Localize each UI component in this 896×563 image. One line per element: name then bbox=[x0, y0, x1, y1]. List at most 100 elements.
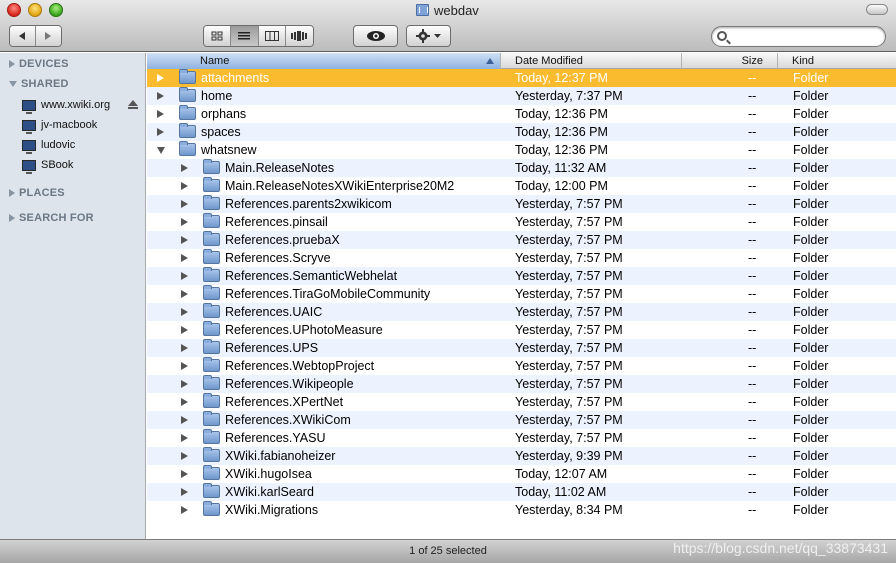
table-row[interactable]: References.pinsail Yesterday, 7:57 PM -- Fo… bbox=[147, 213, 896, 231]
disclosure-triangle-icon[interactable] bbox=[181, 272, 188, 280]
window-title: webdav bbox=[416, 2, 479, 18]
sidebar-item-sbook[interactable]: SBook bbox=[22, 156, 73, 174]
row-kind: Folder bbox=[793, 251, 829, 265]
column-header-kind[interactable]: Kind bbox=[778, 53, 896, 69]
column-header-date[interactable]: Date Modified bbox=[501, 53, 682, 69]
row-name: XWiki.fabianoheizer bbox=[225, 449, 336, 463]
disclosure-triangle-icon[interactable] bbox=[181, 488, 188, 496]
search-field[interactable] bbox=[711, 26, 886, 47]
disclosure-triangle-icon[interactable] bbox=[181, 398, 188, 406]
disclosure-triangle-icon[interactable] bbox=[181, 380, 188, 388]
disclosure-triangle-icon[interactable] bbox=[181, 470, 188, 478]
forward-button[interactable] bbox=[35, 26, 61, 46]
row-date-modified: Yesterday, 7:57 PM bbox=[515, 287, 623, 301]
table-row[interactable]: attachments Today, 12:37 PM -- Folder bbox=[147, 69, 896, 87]
disclosure-triangle-icon[interactable] bbox=[181, 290, 188, 298]
row-size: -- bbox=[748, 269, 757, 283]
row-date-modified: Today, 11:32 AM bbox=[515, 161, 607, 175]
table-row[interactable]: spaces Today, 12:36 PM -- Folder bbox=[147, 123, 896, 141]
table-row[interactable]: References.WebtopProject Yesterday, 7:57 … bbox=[147, 357, 896, 375]
cover-flow-button[interactable] bbox=[285, 26, 313, 46]
table-row[interactable]: References.parents2xwikicom Yesterday, 7:… bbox=[147, 195, 896, 213]
disclosure-triangle-icon[interactable] bbox=[181, 200, 188, 208]
disclosure-triangle-icon[interactable] bbox=[181, 452, 188, 460]
search-input[interactable] bbox=[732, 29, 880, 44]
table-row[interactable]: whatsnew Today, 12:36 PM -- Folder bbox=[147, 141, 896, 159]
table-row[interactable]: References.UAIC Yesterday, 7:57 PM -- Folde… bbox=[147, 303, 896, 321]
disclosure-triangle-icon[interactable] bbox=[181, 344, 188, 352]
column-header-name[interactable]: Name bbox=[147, 53, 501, 69]
sort-ascending-icon bbox=[486, 58, 494, 64]
table-row[interactable]: References.XWikiCom Yesterday, 7:57 PM -- F… bbox=[147, 411, 896, 429]
monitor-icon bbox=[22, 99, 36, 114]
table-row[interactable]: References.Scryve Yesterday, 7:57 PM -- Fol… bbox=[147, 249, 896, 267]
sidebar-section-places[interactable]: PLACES bbox=[9, 187, 65, 199]
table-row[interactable]: References.XPertNet Yesterday, 7:57 PM -- F… bbox=[147, 393, 896, 411]
table-row[interactable]: XWiki.Migrations Yesterday, 8:34 PM -- Fold… bbox=[147, 501, 896, 519]
disclosure-triangle-icon[interactable] bbox=[157, 110, 164, 118]
row-date-modified: Yesterday, 9:39 PM bbox=[515, 449, 623, 463]
sidebar-item-jv-macbook[interactable]: jv-macbook bbox=[22, 116, 97, 134]
disclosure-triangle-icon[interactable] bbox=[181, 182, 188, 190]
row-date-modified: Yesterday, 7:57 PM bbox=[515, 269, 623, 283]
row-kind: Folder bbox=[793, 161, 829, 175]
column-view-button[interactable] bbox=[258, 26, 286, 46]
table-row[interactable]: References.UPS Yesterday, 7:57 PM -- Folder bbox=[147, 339, 896, 357]
table-row[interactable]: References.SemanticWebhelat Yesterday, 7:… bbox=[147, 267, 896, 285]
sidebar-section-devices[interactable]: DEVICES bbox=[9, 58, 69, 70]
chevron-down-icon bbox=[434, 33, 441, 38]
column-header-label: Name bbox=[200, 55, 230, 67]
disclosure-triangle-open-icon[interactable] bbox=[157, 147, 165, 154]
search-icon bbox=[717, 31, 727, 41]
zoom-window-button[interactable] bbox=[49, 3, 63, 17]
disclosure-triangle-icon[interactable] bbox=[181, 416, 188, 424]
icon-view-button[interactable] bbox=[204, 26, 232, 46]
disclosure-triangle-icon[interactable] bbox=[157, 128, 164, 136]
disclosure-triangle-icon[interactable] bbox=[181, 254, 188, 262]
table-row[interactable]: Main.ReleaseNotes Today, 11:32 AM -- Folder bbox=[147, 159, 896, 177]
disclosure-triangle-icon[interactable] bbox=[181, 218, 188, 226]
disclosure-triangle-icon[interactable] bbox=[181, 164, 188, 172]
disclosure-triangle-icon[interactable] bbox=[181, 362, 188, 370]
table-row[interactable]: Main.ReleaseNotesXWikiEnterprise20M2 Toda… bbox=[147, 177, 896, 195]
row-date-modified: Yesterday, 7:57 PM bbox=[515, 395, 623, 409]
disclosure-triangle-icon[interactable] bbox=[181, 308, 188, 316]
disclosure-triangle-icon[interactable] bbox=[157, 92, 164, 100]
folder-icon bbox=[203, 285, 220, 300]
sidebar-section-shared[interactable]: SHARED bbox=[9, 78, 69, 90]
close-window-button[interactable] bbox=[7, 3, 21, 17]
row-size: -- bbox=[748, 395, 757, 409]
row-kind: Folder bbox=[793, 413, 829, 427]
list-view-button[interactable] bbox=[231, 26, 259, 46]
table-row[interactable]: XWiki.karlSeard Today, 11:02 AM -- Folder bbox=[147, 483, 896, 501]
row-kind: Folder bbox=[793, 269, 829, 283]
table-row[interactable]: References.YASU Yesterday, 7:57 PM -- Folde… bbox=[147, 429, 896, 447]
folder-icon bbox=[203, 195, 220, 210]
column-header-size[interactable]: Size bbox=[682, 53, 778, 69]
minimize-window-button[interactable] bbox=[28, 3, 42, 17]
quick-look-button[interactable] bbox=[353, 25, 398, 47]
folder-icon bbox=[203, 447, 220, 462]
table-row[interactable]: XWiki.fabianoheizer Yesterday, 9:39 PM -- F… bbox=[147, 447, 896, 465]
table-row[interactable]: References.pruebaX Yesterday, 7:57 PM -- Fo… bbox=[147, 231, 896, 249]
disclosure-triangle-icon[interactable] bbox=[181, 506, 188, 514]
disclosure-triangle-icon[interactable] bbox=[181, 434, 188, 442]
disclosure-triangle-icon[interactable] bbox=[181, 236, 188, 244]
row-kind: Folder bbox=[793, 287, 829, 301]
back-button[interactable] bbox=[10, 26, 36, 46]
disclosure-triangle-icon[interactable] bbox=[157, 74, 164, 82]
table-row[interactable]: home Yesterday, 7:37 PM -- Folder bbox=[147, 87, 896, 105]
sidebar-item-ludovic[interactable]: ludovic bbox=[22, 136, 75, 154]
toolbar-toggle-button[interactable] bbox=[866, 4, 888, 15]
table-row[interactable]: References.UPhotoMeasure Yesterday, 7:57 … bbox=[147, 321, 896, 339]
column-header-label: Kind bbox=[792, 55, 815, 67]
status-bar: 1 of 25 selected https://blog.csdn.net/q… bbox=[0, 539, 896, 563]
table-row[interactable]: XWiki.hugoIsea Today, 12:07 AM -- Folder bbox=[147, 465, 896, 483]
action-menu-button[interactable] bbox=[406, 25, 451, 47]
sidebar-section-search-for[interactable]: SEARCH FOR bbox=[9, 212, 94, 224]
disclosure-triangle-icon[interactable] bbox=[181, 326, 188, 334]
table-row[interactable]: References.TiraGoMobileCommunity Yesterda… bbox=[147, 285, 896, 303]
table-row[interactable]: orphans Today, 12:36 PM -- Folder bbox=[147, 105, 896, 123]
eject-icon[interactable] bbox=[128, 100, 138, 110]
table-row[interactable]: References.Wikipeople Yesterday, 7:57 PM -… bbox=[147, 375, 896, 393]
